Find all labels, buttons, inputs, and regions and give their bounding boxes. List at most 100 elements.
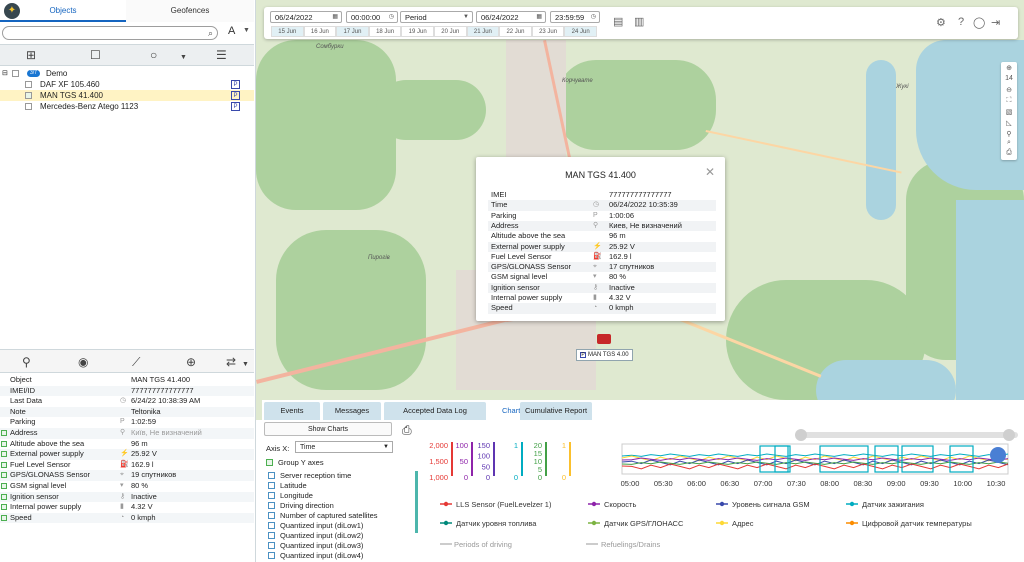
truck-label[interactable]: P MAN TGS 4.00 bbox=[576, 349, 633, 361]
legend-label[interactable]: Адрес bbox=[732, 519, 754, 528]
zoom-out-icon[interactable]: ⊖ bbox=[1001, 86, 1017, 94]
clock-icon[interactable]: ◷ bbox=[389, 12, 394, 23]
info-row-checkbox[interactable] bbox=[1, 451, 7, 458]
checkbox[interactable] bbox=[268, 482, 275, 489]
eye-icon[interactable]: ◉ bbox=[78, 355, 88, 369]
search-icon[interactable]: ⌕ bbox=[208, 28, 213, 39]
add-object-icon[interactable]: ⊞ bbox=[26, 48, 36, 62]
tab-geofences[interactable]: Geofences bbox=[126, 0, 254, 22]
range-slider-track[interactable] bbox=[800, 432, 1018, 438]
search-input[interactable]: ⌕ bbox=[2, 26, 218, 40]
legend-label[interactable]: Датчик зажигания bbox=[862, 500, 924, 509]
info-row-checkbox[interactable] bbox=[1, 483, 7, 489]
select-square-icon[interactable]: ☐ bbox=[90, 48, 101, 62]
day-button[interactable]: 20 Jun bbox=[434, 26, 467, 37]
layers-icon[interactable]: ▧ bbox=[1001, 108, 1017, 116]
ruler-icon[interactable]: ◺ bbox=[1001, 119, 1017, 127]
chart-field-item[interactable]: Latitude bbox=[268, 481, 307, 491]
chart-cursor-handle[interactable] bbox=[990, 447, 1006, 463]
tab-events[interactable]: Events bbox=[264, 402, 320, 420]
chart-field-item[interactable]: Driving direction bbox=[268, 501, 334, 511]
chart-icon[interactable]: ⟋ bbox=[132, 355, 140, 369]
checkbox[interactable] bbox=[266, 459, 273, 466]
chart-field-item[interactable]: Quantized input (diLow2) bbox=[268, 531, 363, 541]
day-button[interactable]: 23 Jun bbox=[531, 26, 565, 37]
show-charts-button[interactable]: Show Charts bbox=[264, 422, 392, 436]
day-button[interactable]: 16 Jun bbox=[303, 26, 337, 37]
search-icon[interactable]: ⌕ bbox=[1001, 139, 1017, 147]
date-from-input[interactable]: 06/24/2022 ▦ bbox=[270, 11, 342, 23]
tree-group[interactable]: ⊟ 3/7 Demo bbox=[0, 68, 254, 79]
pin-icon[interactable]: ⚲ bbox=[1001, 130, 1017, 138]
checkbox[interactable] bbox=[268, 512, 275, 519]
info-row-checkbox[interactable] bbox=[1, 440, 7, 447]
font-button[interactable]: A bbox=[228, 25, 235, 37]
info-row-checkbox[interactable] bbox=[1, 514, 7, 521]
navigate-icon[interactable]: ⊕ bbox=[186, 355, 196, 369]
chart-field-item[interactable]: Quantized input (diLow3) bbox=[268, 541, 363, 551]
tree-item[interactable]: DAF XF 105.460 P bbox=[0, 79, 254, 90]
checkbox[interactable] bbox=[268, 472, 275, 479]
clock-icon[interactable]: ◷ bbox=[591, 12, 596, 23]
day-button[interactable]: 15 Jun bbox=[271, 26, 304, 37]
calendar-icon[interactable]: ▦ bbox=[332, 12, 338, 23]
report-icon[interactable]: ▤ bbox=[613, 15, 623, 28]
checkbox[interactable] bbox=[268, 542, 275, 549]
item-checkbox[interactable] bbox=[25, 81, 32, 88]
checkbox[interactable] bbox=[268, 552, 275, 559]
checkbox[interactable] bbox=[268, 492, 275, 499]
chat-icon[interactable]: ◯ bbox=[973, 16, 985, 29]
legend-label[interactable]: Датчик уровня топлива bbox=[456, 519, 537, 528]
location-pin-icon[interactable]: ⚲ bbox=[22, 355, 31, 369]
chart-field-item[interactable]: Number of captured satellites bbox=[268, 511, 378, 521]
info-row-checkbox[interactable] bbox=[1, 472, 7, 479]
info-row-checkbox[interactable] bbox=[1, 504, 7, 511]
axis-x-select[interactable]: Time ▼ bbox=[295, 441, 393, 453]
day-button[interactable]: 19 Jun bbox=[401, 26, 434, 37]
fullscreen-icon[interactable]: ⛶ bbox=[1001, 97, 1017, 105]
item-checkbox[interactable] bbox=[25, 92, 32, 99]
print-icon[interactable]: ⎙ bbox=[402, 423, 412, 438]
chart-field-item[interactable]: Quantized input (diLow1) bbox=[268, 521, 363, 531]
chart-area[interactable]: 2,0001,5001,0001005001501005001020151050… bbox=[420, 424, 1022, 562]
table-icon[interactable]: ▥ bbox=[634, 15, 644, 28]
day-button[interactable]: 21 Jun bbox=[466, 26, 500, 37]
list-icon[interactable]: ☰ bbox=[216, 48, 227, 62]
checkbox[interactable] bbox=[268, 522, 275, 529]
time-from-input[interactable]: 00:00:00 ◷ bbox=[346, 11, 398, 23]
zoom-in-icon[interactable]: ⊕ bbox=[1001, 64, 1017, 72]
group-y-checkbox[interactable]: Group Y axes bbox=[266, 458, 324, 467]
close-icon[interactable]: ✕ bbox=[705, 165, 715, 179]
info-row-checkbox[interactable] bbox=[1, 430, 7, 436]
tree-item-selected[interactable]: MAN TGS 41.400 P bbox=[0, 90, 254, 101]
legend-label[interactable]: Periods of driving bbox=[454, 540, 512, 549]
help-icon[interactable]: ? bbox=[958, 16, 964, 28]
chart-field-item[interactable]: Longitude bbox=[268, 491, 313, 501]
day-button[interactable]: 18 Jun bbox=[368, 26, 402, 37]
legend-label[interactable]: Скорость bbox=[604, 500, 636, 509]
tree-item[interactable]: Mercedes-Benz Atego 1123 P bbox=[0, 101, 254, 112]
chart-field-item[interactable]: Server reception time bbox=[268, 471, 351, 481]
legend-label[interactable]: Цифровой датчик температуры bbox=[862, 519, 972, 528]
gear-icon[interactable]: ⚙ bbox=[936, 16, 946, 29]
checkbox[interactable] bbox=[268, 532, 275, 539]
period-select[interactable]: Period ▼ bbox=[400, 11, 473, 23]
legend-label[interactable]: Уровень сигнала GSM bbox=[732, 500, 810, 509]
group-checkbox[interactable] bbox=[12, 70, 19, 77]
chevron-down-icon[interactable]: ▼ bbox=[242, 358, 249, 372]
chart-field-item[interactable]: Quantized input (diLow4) bbox=[268, 551, 363, 561]
calendar-icon[interactable]: ▦ bbox=[536, 12, 542, 23]
select-circle-icon[interactable]: ○ bbox=[150, 48, 157, 62]
day-button[interactable]: 24 Jun bbox=[564, 26, 597, 37]
chevron-down-icon[interactable]: ▼ bbox=[243, 27, 250, 34]
info-row-checkbox[interactable] bbox=[1, 461, 7, 468]
item-checkbox[interactable] bbox=[25, 103, 32, 110]
truck-icon[interactable] bbox=[597, 334, 611, 344]
scrollbar[interactable] bbox=[415, 471, 418, 533]
logout-icon[interactable]: ⇥ bbox=[991, 16, 1000, 29]
day-button[interactable]: 22 Jun bbox=[499, 26, 532, 37]
tab-messages[interactable]: Messages bbox=[323, 402, 381, 420]
range-slider-handle-right[interactable] bbox=[1003, 429, 1015, 441]
collapse-icon[interactable]: ⊟ bbox=[2, 68, 8, 79]
chevron-down-icon[interactable]: ▼ bbox=[180, 51, 187, 65]
